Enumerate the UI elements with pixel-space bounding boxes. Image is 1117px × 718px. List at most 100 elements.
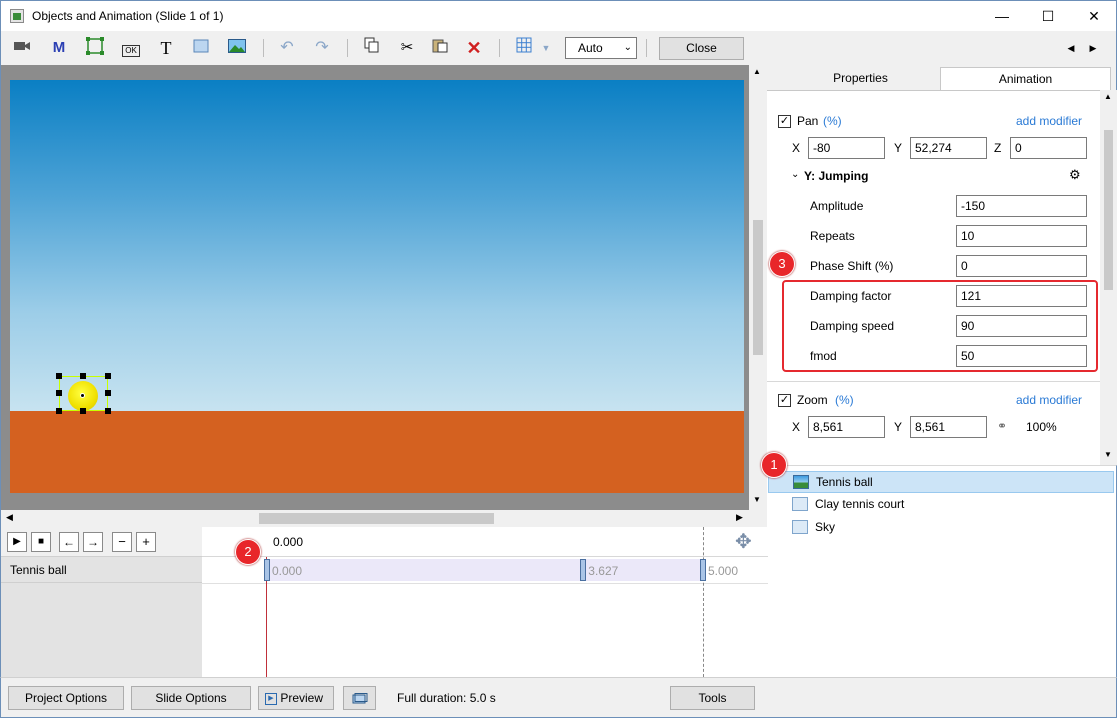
resize-handle[interactable] [80, 373, 86, 379]
pan-checkbox[interactable]: ✓ [778, 115, 791, 128]
resize-handle[interactable] [105, 373, 111, 379]
tab-properties[interactable]: Properties [777, 67, 944, 90]
tennis-ball-object[interactable] [68, 381, 98, 411]
play-icon[interactable]: ▶ [7, 532, 27, 552]
resize-handle[interactable] [56, 390, 62, 396]
minus-icon[interactable]: − [112, 532, 132, 552]
gear-icon[interactable]: ⚙ [1069, 167, 1081, 183]
canvas-horizontal-scrollbar[interactable]: ◀ ▶ [0, 510, 767, 527]
zoom-checkbox[interactable]: ✓ [778, 394, 791, 407]
resize-handle[interactable] [105, 390, 111, 396]
list-item-label: Sky [815, 520, 836, 534]
amplitude-input[interactable]: -150 [956, 195, 1087, 217]
scroll-down-icon[interactable]: ▼ [753, 495, 761, 504]
resize-handle[interactable] [56, 373, 62, 379]
camera-icon[interactable] [11, 37, 33, 59]
resize-handle[interactable] [56, 408, 62, 414]
repeats-input[interactable]: 10 [956, 225, 1087, 247]
ok-button-icon[interactable]: OK [120, 37, 142, 59]
phase-shift-label: Phase Shift (%) [810, 259, 894, 273]
export-icon[interactable] [343, 686, 376, 710]
resize-handle[interactable] [80, 408, 86, 414]
grid-dropdown-icon[interactable]: ▼ [539, 37, 553, 59]
scroll-down-icon[interactable]: ▼ [1104, 450, 1112, 459]
scroll-thumb[interactable] [753, 220, 763, 355]
link-chain-icon[interactable]: ⚭ [997, 419, 1007, 433]
arrow-left-icon[interactable]: ← [59, 532, 79, 552]
play-preview-icon: ▶ [265, 692, 277, 705]
nav-next-icon[interactable]: ▶ [1085, 37, 1101, 59]
grid-icon[interactable] [513, 37, 535, 59]
image-icon[interactable] [226, 37, 248, 59]
pan-add-modifier-link[interactable]: add modifier [1016, 114, 1082, 128]
scroll-left-icon[interactable]: ◀ [6, 512, 13, 523]
arrow-right-icon[interactable]: → [83, 532, 103, 552]
mask-button[interactable]: M [48, 37, 70, 59]
scroll-thumb[interactable] [259, 513, 494, 524]
maximize-button[interactable]: ☐ [1025, 1, 1071, 31]
sky-object[interactable] [10, 80, 744, 411]
keyframe-time-label: 0.000 [272, 564, 303, 578]
anchor-point[interactable] [80, 393, 85, 398]
redo-icon[interactable]: ↷ [311, 37, 333, 59]
scroll-thumb[interactable] [1104, 130, 1113, 290]
rectangle-icon[interactable] [190, 37, 212, 59]
close-window-button[interactable]: ✕ [1071, 1, 1117, 31]
slide-options-button[interactable]: Slide Options [131, 686, 251, 710]
keyframe-marker[interactable] [700, 559, 706, 581]
project-options-button[interactable]: Project Options [8, 686, 124, 710]
panel-scrollbar[interactable]: ▲ ▼ [1100, 90, 1117, 465]
text-button[interactable]: T [155, 37, 177, 59]
pan-x-input[interactable]: -80 [808, 137, 885, 159]
paste-icon[interactable] [429, 37, 451, 59]
list-item-tennis-ball[interactable]: Tennis ball [768, 471, 1114, 493]
preview-button[interactable]: ▶ Preview [258, 686, 334, 710]
rectangle-object-icon [792, 520, 808, 534]
callout-badge-2: 2 [235, 539, 261, 565]
zoom-add-modifier-link[interactable]: add modifier [1016, 393, 1082, 407]
current-time: 0.000 [273, 535, 304, 549]
minimize-button[interactable]: — [979, 1, 1025, 31]
undo-icon[interactable]: ↶ [276, 37, 298, 59]
frame-icon[interactable] [84, 37, 106, 59]
stop-icon[interactable]: ■ [31, 532, 51, 552]
animation-track[interactable] [267, 559, 703, 581]
scroll-up-icon[interactable]: ▲ [753, 67, 761, 76]
copy-icon[interactable] [361, 37, 383, 59]
pan-z-input[interactable]: 0 [1010, 137, 1087, 159]
highlight-box [782, 280, 1098, 372]
keyframe-marker[interactable] [264, 559, 270, 581]
list-item-clay-court[interactable]: Clay tennis court [768, 494, 1114, 516]
scroll-up-icon[interactable]: ▲ [1104, 92, 1112, 101]
phase-shift-input[interactable]: 0 [956, 255, 1087, 277]
list-item-sky[interactable]: Sky [768, 517, 1114, 539]
canvas-vertical-scrollbar[interactable]: ▲ ▼ [749, 65, 767, 510]
keyframe-time-label: 5.000 [708, 564, 739, 578]
scroll-right-icon[interactable]: ▶ [736, 512, 743, 523]
tools-button[interactable]: Tools [670, 686, 755, 710]
close-button[interactable]: Close [659, 37, 744, 60]
delete-icon[interactable]: ✕ [463, 37, 485, 59]
pan-y-input[interactable]: 52,274 [910, 137, 987, 159]
ok-button-label: OK [122, 45, 140, 57]
cut-icon[interactable]: ✂ [396, 37, 418, 59]
clay-court-object[interactable] [10, 411, 744, 493]
zoom-unit: (%) [835, 393, 854, 407]
list-item-label: Tennis ball [816, 475, 873, 489]
keyframe-marker[interactable] [580, 559, 587, 581]
nav-prev-icon[interactable]: ◀ [1063, 37, 1079, 59]
zoom-x-input[interactable]: 8,561 [808, 416, 885, 438]
pan-y-label: Y [894, 141, 903, 155]
zoom-select[interactable]: Auto ⌄ [565, 37, 637, 59]
toolbar-separator [347, 39, 348, 57]
move-icon[interactable]: ✥ [735, 529, 752, 554]
timeline-ruler[interactable]: 0.000 ✥ [202, 527, 768, 557]
collapse-chevron-icon[interactable]: ⌄ [791, 169, 799, 180]
plus-icon[interactable]: + [136, 532, 156, 552]
tab-animation[interactable]: Animation [940, 67, 1111, 90]
slide-stage[interactable] [10, 80, 744, 493]
resize-handle[interactable] [105, 408, 111, 414]
pan-label: Pan [797, 114, 819, 128]
zoom-y-input[interactable]: 8,561 [910, 416, 987, 438]
pan-z-label: Z [994, 141, 1002, 155]
